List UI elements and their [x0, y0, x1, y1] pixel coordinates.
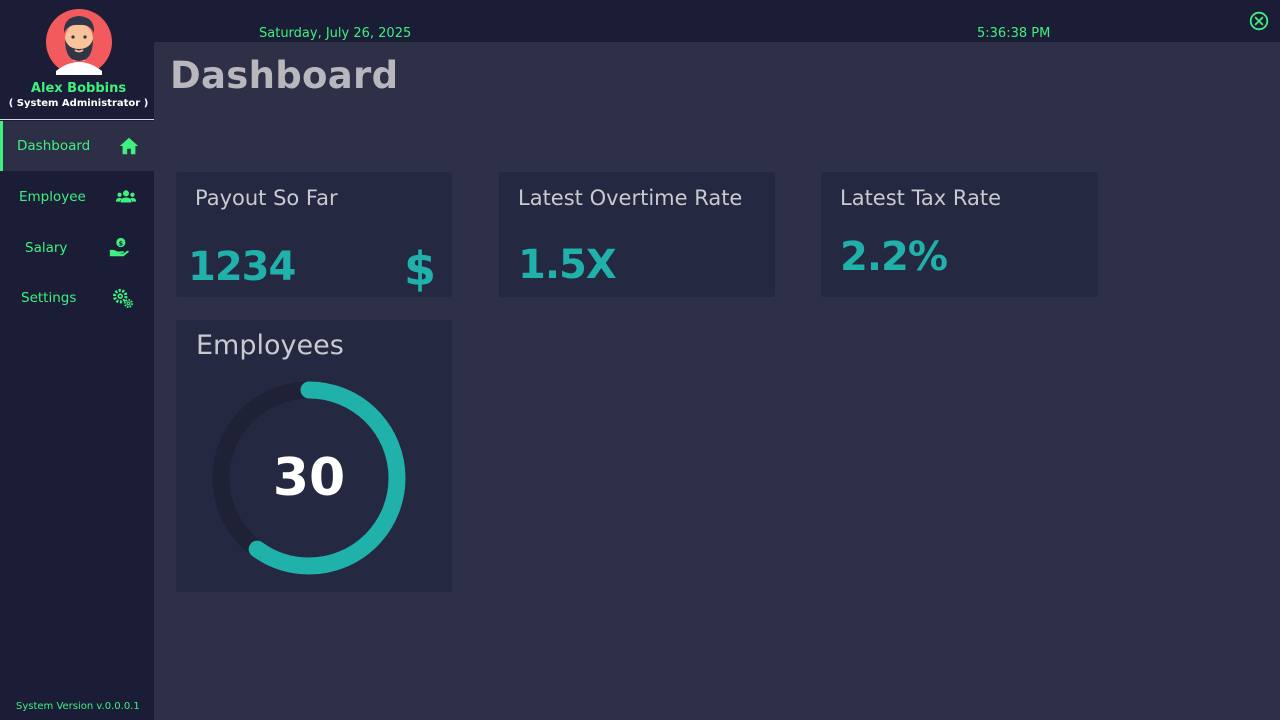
employees-card: Employees 30	[176, 320, 452, 592]
nav-item-label: Employee	[19, 189, 86, 205]
payout-value: 1234	[188, 244, 296, 290]
users-icon	[115, 186, 137, 208]
svg-text:$: $	[119, 239, 124, 247]
tax-card: Latest Tax Rate 2.2%	[821, 172, 1098, 297]
page-title: Dashboard	[170, 54, 399, 97]
employees-gauge: 30	[210, 379, 408, 577]
user-name: Alex Bobbins	[30, 81, 127, 96]
current-date: Saturday, July 26, 2025	[259, 26, 412, 41]
overtime-card: Latest Overtime Rate 1.5X	[499, 172, 775, 297]
current-time: 5:36:38 PM	[977, 26, 1051, 41]
home-icon	[118, 135, 140, 157]
dollar-icon: $	[403, 242, 436, 296]
nav-item-dashboard[interactable]: Dashboard	[0, 121, 154, 171]
close-button[interactable]	[1249, 11, 1269, 31]
nav-item-settings[interactable]: Settings	[0, 273, 154, 323]
nav-item-employee[interactable]: Employee	[0, 172, 154, 222]
card-title: Employees	[196, 330, 344, 361]
employees-count: 30	[272, 448, 346, 508]
tax-value: 2.2%	[840, 234, 948, 280]
sidebar: Alex Bobbins ( System Administrator ) Da…	[0, 0, 154, 720]
sidebar-divider	[0, 119, 154, 120]
card-title: Latest Tax Rate	[840, 186, 1002, 210]
main-content: Dashboard Payout So Far 1234 $ Latest Ov…	[154, 42, 1280, 720]
overtime-value: 1.5X	[518, 242, 617, 288]
nav-item-label: Salary	[25, 240, 68, 256]
hand-money-icon: $	[108, 237, 130, 259]
card-title: Latest Overtime Rate	[518, 186, 743, 210]
nav-item-salary[interactable]: Salary $	[0, 223, 154, 273]
avatar	[46, 9, 112, 75]
gears-icon	[112, 287, 134, 309]
system-version: System Version v.0.0.0.1	[16, 701, 140, 712]
card-title: Payout So Far	[195, 186, 338, 210]
nav-item-label: Dashboard	[17, 138, 91, 154]
payout-card: Payout So Far 1234 $	[176, 172, 452, 297]
user-role: ( System Administrator )	[8, 98, 149, 109]
nav-item-label: Settings	[21, 290, 77, 306]
close-circle-icon	[1249, 11, 1269, 31]
